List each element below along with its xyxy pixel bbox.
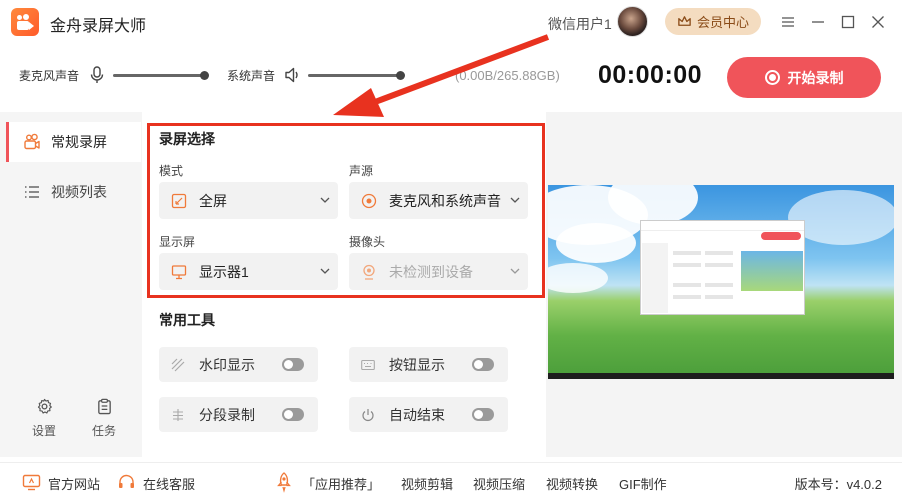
menu-icon[interactable]	[778, 12, 798, 32]
record-icon	[764, 70, 780, 85]
app-title: 金舟录屏大师	[50, 18, 147, 35]
maximize-icon[interactable]	[838, 12, 858, 32]
settings-button[interactable]: 设置	[24, 398, 64, 444]
support-link[interactable]: 在线客服	[143, 474, 195, 493]
tasks-label: 任务	[91, 424, 116, 438]
video-edit-link[interactable]: 视频剪辑	[401, 474, 453, 493]
segment-record-toggle[interactable]	[282, 408, 304, 421]
button-display-toggle[interactable]	[472, 358, 494, 371]
close-icon[interactable]	[868, 12, 888, 32]
mic-volume-knob[interactable]	[200, 71, 209, 80]
highlight-box	[147, 123, 545, 298]
power-icon	[362, 408, 374, 421]
avatar[interactable]	[617, 6, 648, 37]
website-icon[interactable]	[22, 473, 41, 492]
gif-make-link[interactable]: GIF制作	[619, 474, 667, 493]
segment-icon	[173, 408, 183, 421]
sidebar-item-video-list[interactable]: 视频列表	[6, 172, 141, 212]
start-record-button[interactable]: 开始录制	[727, 57, 881, 98]
microphone-icon[interactable]	[89, 66, 105, 84]
keyboard-icon	[361, 359, 375, 370]
auto-stop-toggle-card: 自动结束	[349, 397, 508, 432]
watermark-toggle[interactable]	[282, 358, 304, 371]
vip-center-button[interactable]: 会员中心	[665, 8, 761, 35]
auto-stop-toggle[interactable]	[472, 408, 494, 421]
disk-space: (0.00B/265.88GB)	[455, 68, 560, 83]
mic-volume-slider[interactable]	[113, 71, 209, 80]
vip-center-label: 会员中心	[696, 15, 749, 30]
sidebar-item-screen-record[interactable]: 常规录屏	[6, 122, 141, 162]
video-compress-link[interactable]: 视频压缩	[473, 474, 525, 493]
clipboard-icon	[97, 398, 111, 415]
tools-section-title: 常用工具	[159, 312, 215, 328]
start-record-label: 开始录制	[787, 69, 844, 86]
website-link[interactable]: 官方网站	[48, 474, 100, 493]
segment-record-label: 分段录制	[199, 406, 255, 423]
preview-taskbar	[548, 373, 894, 379]
tasks-button[interactable]: 任务	[84, 398, 124, 444]
crown-icon	[678, 16, 691, 26]
speaker-icon[interactable]	[284, 66, 300, 84]
camera-icon	[24, 133, 40, 150]
app-window: 金舟录屏大师 微信用户1 会员中心 麦克风声音 系统声音 (0.00B/265.…	[0, 0, 902, 502]
app-logo-icon	[11, 8, 39, 36]
watermark-toggle-card: 水印显示	[159, 347, 318, 382]
mic-volume-label: 麦克风声音	[19, 69, 80, 83]
record-timer: 00:00:00	[598, 61, 703, 89]
title-bar: 金舟录屏大师 微信用户1 会员中心	[0, 0, 902, 44]
sidebar-item-label: 视频列表	[51, 184, 107, 200]
system-volume-slider[interactable]	[308, 71, 405, 80]
system-volume-label: 系统声音	[227, 69, 276, 83]
gear-icon	[37, 398, 52, 414]
watermark-label: 水印显示	[199, 356, 255, 373]
user-name[interactable]: 微信用户1	[548, 14, 612, 34]
preview-app-window	[640, 220, 805, 315]
system-volume-knob[interactable]	[396, 71, 405, 80]
sidebar: 常规录屏 视频列表 设置 任务	[0, 112, 142, 457]
segment-record-toggle-card: 分段录制	[159, 397, 318, 432]
list-icon	[25, 186, 39, 198]
app-recommend-link[interactable]: 「应用推荐」	[302, 474, 380, 493]
minimize-icon[interactable]	[808, 12, 828, 32]
video-convert-link[interactable]: 视频转换	[546, 474, 598, 493]
button-display-label: 按钮显示	[389, 356, 445, 373]
rocket-icon[interactable]	[274, 471, 294, 493]
sidebar-item-label: 常规录屏	[51, 134, 107, 150]
headset-icon[interactable]	[117, 473, 136, 492]
watermark-icon	[171, 358, 185, 371]
button-display-toggle-card: 按钮显示	[349, 347, 508, 382]
auto-stop-label: 自动结束	[389, 406, 445, 423]
footer-bar: 官方网站 在线客服 「应用推荐」 视频剪辑 视频压缩 视频转换 GIF制作 版本…	[0, 462, 902, 502]
version-label: 版本号：v4.0.2	[794, 477, 882, 492]
settings-label: 设置	[31, 424, 56, 438]
